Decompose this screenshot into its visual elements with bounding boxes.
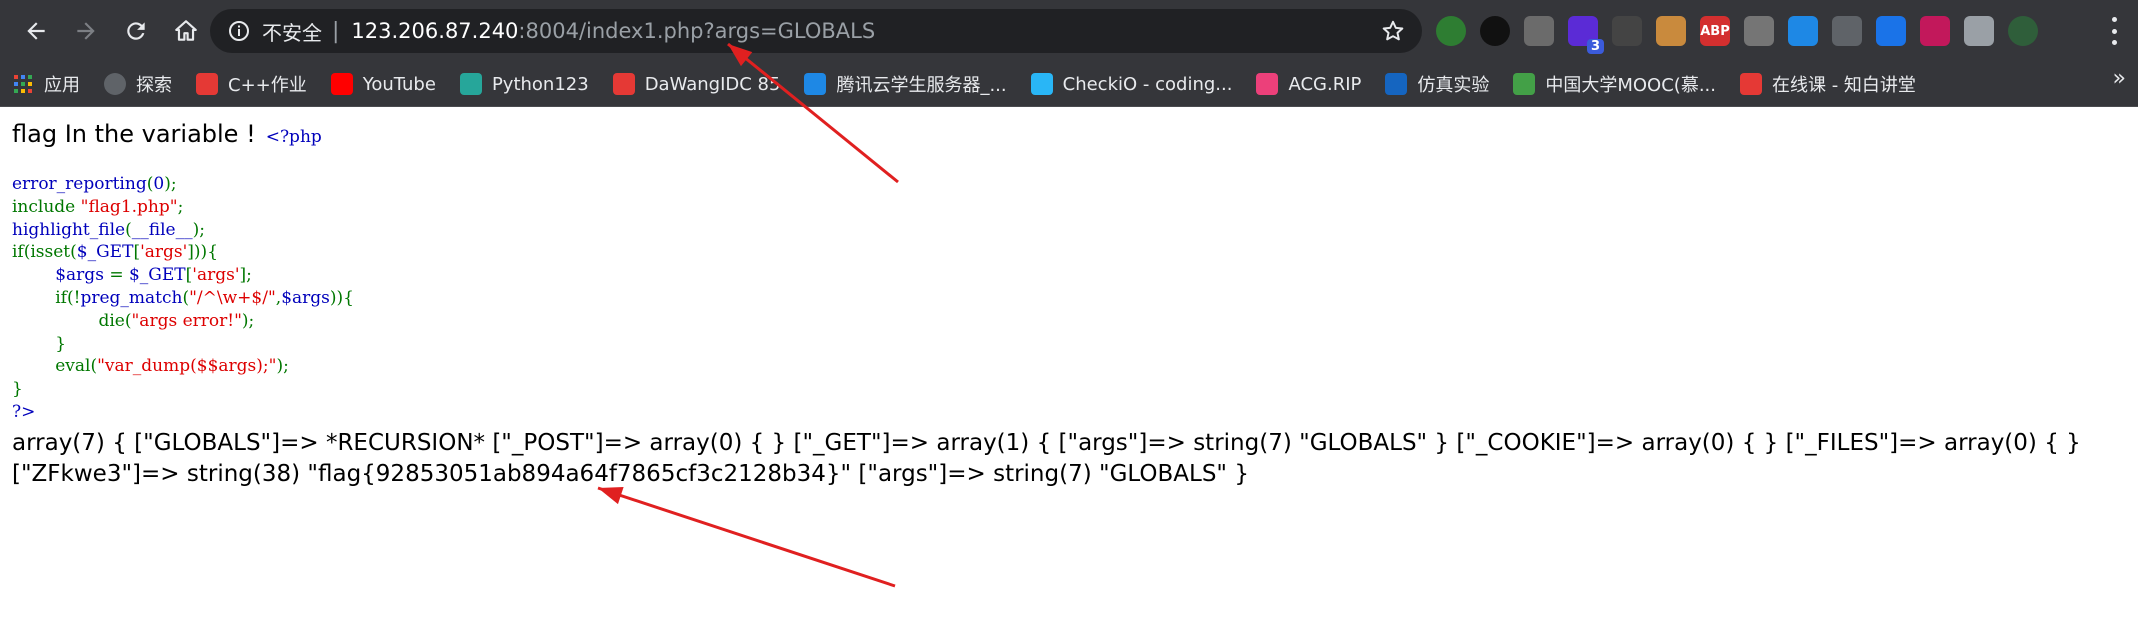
bookmark-item[interactable]: 腾讯云学生服务器_... — [792, 66, 1018, 102]
ext-leaf-icon[interactable] — [1436, 16, 1466, 46]
bookmark-label: 在线课 - 知白讲堂 — [1771, 75, 1916, 96]
ext-bookmark-icon[interactable] — [1876, 16, 1906, 46]
bookmark-item[interactable]: 仿真实验 — [1373, 66, 1501, 102]
ext-glasses-icon[interactable] — [1832, 16, 1862, 46]
zhibai-icon — [1739, 73, 1762, 95]
bookmarks-bar: 应用 探索 C++作业 YouTube Python123 DaWangIDC 85 腾讯云… — [0, 62, 2138, 107]
python123-icon — [459, 73, 482, 95]
bookmark-item[interactable]: YouTube — [319, 66, 448, 102]
reload-button[interactable] — [114, 9, 158, 53]
ext-circle-icon[interactable] — [1480, 16, 1510, 46]
bookmark-label: ACG.RIP — [1288, 73, 1362, 95]
tencent-cloud-icon — [804, 73, 827, 95]
var-dump-output: array(7) { ["GLOBALS"]=> *RECURSION* ["_… — [12, 429, 2081, 487]
arrow-to-flag — [597, 486, 896, 588]
ext-abp-icon[interactable]: ABP — [1700, 16, 1730, 46]
code-line-1: error_reporting(0); — [12, 174, 177, 194]
page-content: flag In the variable ! <?php error_report… — [12, 118, 2122, 490]
bookmark-label: YouTube — [362, 73, 436, 95]
bookmarks-overflow-icon[interactable]: » — [2113, 66, 2126, 91]
url-host: 123.206.87.240 — [351, 19, 519, 43]
code-line-8: } — [12, 333, 67, 354]
bookmark-label: 应用 — [44, 75, 80, 96]
ext-hex-icon[interactable] — [1788, 16, 1818, 46]
code-line-4: if(isset($_GET['args'])){ — [12, 242, 219, 263]
code-line-10: } — [12, 379, 23, 400]
ext-purple-icon[interactable]: 3 — [1568, 16, 1604, 54]
cpp-icon — [196, 73, 218, 95]
bookmark-item[interactable]: ACG.RIP — [1244, 66, 1373, 102]
back-arrow-icon — [27, 22, 45, 40]
bookmark-label: DaWangIDC 85 — [644, 73, 781, 95]
bookmark-item[interactable]: C++作业 — [184, 66, 319, 102]
bookmark-label: 腾讯云学生服务器_... — [836, 75, 1007, 96]
address-separator: | — [332, 18, 340, 44]
bookmark-label: 仿真实验 — [1417, 75, 1490, 96]
dawang-icon — [612, 73, 635, 95]
code-line-7: die("args error!"); — [12, 310, 255, 331]
bookmark-item[interactable]: 应用 — [0, 66, 92, 102]
bookmark-item[interactable]: 在线课 - 知白讲堂 — [1728, 66, 1928, 102]
bookmark-label: CheckiO - coding... — [1062, 73, 1233, 95]
mooc-icon — [1513, 73, 1536, 95]
bookmark-star-icon[interactable] — [1380, 18, 1406, 44]
bookmark-label: 中国大学MOOC(慕... — [1545, 75, 1716, 96]
bookmark-label: Python123 — [491, 73, 589, 95]
php-close-tag: ?> — [12, 401, 36, 422]
sim-icon — [1385, 73, 1408, 95]
code-line-5: $args = $_GET['args']; — [55, 265, 252, 286]
bookmark-item[interactable]: 中国大学MOOC(慕... — [1501, 66, 1728, 102]
ext-puzzle-icon[interactable] — [1964, 16, 1994, 46]
ext-download-icon[interactable] — [1744, 16, 1774, 46]
bookmark-item[interactable]: 探索 — [92, 66, 184, 102]
code-line-9: eval("var_dump($$args);"); — [12, 356, 289, 377]
extension-badge: 3 — [1586, 39, 1604, 54]
checkio-icon — [1030, 73, 1053, 95]
info-icon[interactable] — [226, 18, 252, 44]
code-line-3: highlight_file(__file__); — [12, 219, 205, 240]
bookmark-item[interactable]: Python123 — [448, 66, 601, 102]
heading-text: flag In the variable ! — [12, 120, 256, 148]
extensions-bar: 3 ABP — [1436, 13, 2038, 54]
menu-kebab-icon[interactable] — [2104, 17, 2124, 45]
ext-cookie-icon[interactable] — [1656, 16, 1686, 46]
page-heading: flag In the variable ! <?php — [12, 118, 2122, 153]
bookmark-item[interactable]: CheckiO - coding... — [1019, 66, 1245, 102]
php-source-code: error_reporting(0); include "flag1.php";… — [12, 173, 2122, 424]
home-button[interactable] — [164, 9, 208, 53]
browser-toolbar: 不安全 | 123.206.87.240 :8004/index1.php?ar… — [0, 0, 2138, 62]
url-path: :8004/index1.php?args=GLOBALS — [518, 19, 876, 43]
forward-arrow-icon — [77, 22, 95, 40]
reload-icon — [127, 22, 145, 40]
github-icon — [104, 73, 126, 95]
bookmark-label: 探索 — [136, 75, 172, 96]
home-icon — [175, 20, 197, 41]
php-open-tag: <?php — [265, 127, 322, 147]
bookmark-label: C++作业 — [228, 75, 307, 96]
back-button[interactable] — [14, 9, 58, 53]
acg-icon — [1256, 73, 1279, 95]
code-line-6: if(!preg_match("/^\w+$/",$args)){ — [12, 287, 354, 308]
code-line-2: include "flag1.php"; — [12, 196, 184, 217]
youtube-icon — [330, 73, 353, 95]
bookmark-item[interactable]: DaWangIDC 85 — [601, 66, 793, 102]
ext-gear-icon[interactable] — [1612, 16, 1642, 46]
forward-button[interactable] — [64, 9, 108, 53]
not-secure-label: 不安全 — [262, 20, 322, 45]
ext-photo-icon[interactable] — [1920, 16, 1950, 46]
address-bar[interactable]: 不安全 | 123.206.87.240 :8004/index1.php?ar… — [210, 9, 1422, 53]
apps-grid-icon — [12, 73, 34, 95]
ext-gear-cog-icon[interactable] — [1524, 16, 1554, 46]
ext-avatar-icon[interactable] — [2008, 16, 2038, 46]
